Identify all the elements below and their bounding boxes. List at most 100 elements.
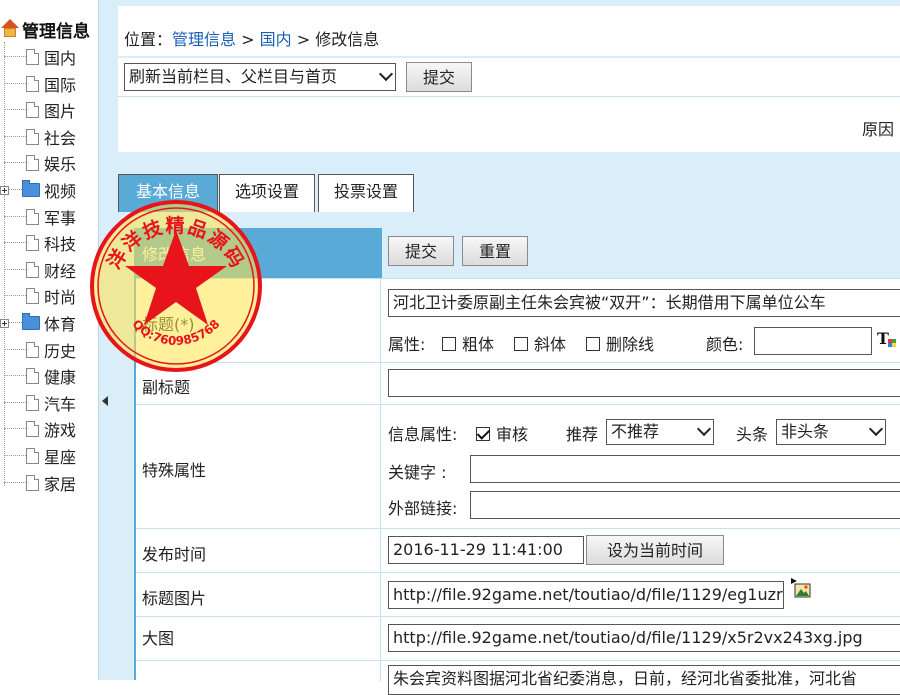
recommend-value: 不推荐 [611,422,660,441]
tree-item-11[interactable]: 历史 [0,337,76,363]
tree-item-10[interactable]: 体育 [0,310,76,336]
tree-connector [4,109,26,111]
strike-checkbox[interactable] [586,337,600,351]
tree-item-5[interactable]: 视频 [0,177,76,203]
tree-item-label: 国际 [44,76,77,95]
tree-item-12[interactable]: 健康 [0,363,76,389]
italic-checkbox[interactable] [514,337,528,351]
tree-connector [4,375,26,377]
expand-plus-icon[interactable] [0,185,9,195]
tree-root-label: 管理信息 [22,21,90,42]
tree-item-9[interactable]: 时尚 [0,283,76,309]
tree-root[interactable]: 管理信息 [0,16,90,42]
form-submit-button[interactable]: 提交 [388,236,454,266]
document-icon [26,342,39,358]
subtitle-label: 副标题 [142,378,191,397]
special-attr-row: 特殊属性 信息属性: 审核 推荐 不推荐 头条 非头条 关键字 : 外部链接: [136,404,900,529]
breadcrumb-current: 修改信息 [315,30,380,49]
chevron-down-icon [378,66,394,82]
tree-item-label: 家居 [44,475,77,494]
form-reset-button[interactable]: 重置 [462,236,528,266]
audit-option[interactable]: 审核 [476,421,528,445]
tree-connector [4,349,26,351]
tree-item-1[interactable]: 国际 [0,71,76,97]
tree-item-15[interactable]: 星座 [0,443,76,469]
document-icon [26,209,39,225]
tree-item-3[interactable]: 社会 [0,124,76,150]
publish-time-row: 发布时间 2016-11-29 11:41:00 设为当前时间 [136,528,900,573]
audit-checkbox[interactable] [476,427,490,441]
refresh-scope-select[interactable]: 刷新当前栏目、父栏目与首页 [124,63,396,91]
bold-checkbox[interactable] [442,337,456,351]
refresh-submit-button[interactable]: 提交 [406,62,472,92]
big-pic-input[interactable]: http://file.92game.net/toutiao/d/file/11… [388,624,900,652]
keyword-input[interactable] [470,455,900,483]
document-icon [26,368,39,384]
tree-connector [4,455,26,457]
strike-option[interactable]: 删除线 [586,331,654,355]
tree-item-label: 游戏 [44,421,77,440]
form-header-title: 修改信息 [142,245,207,264]
title-label: 标题(*) [142,315,195,334]
column-separator [380,363,381,405]
tree-item-4[interactable]: 娱乐 [0,150,76,176]
document-icon [26,448,39,464]
summary-row: 朱会宾资料图据河北省纪委消息，日前，经河北省委批准，河北省 [136,660,900,695]
italic-option[interactable]: 斜体 [514,331,566,355]
tree-connector [9,322,22,324]
form-header: 修改信息 提交 重置 [136,228,900,278]
subtitle-input[interactable] [388,369,900,397]
column-separator [380,617,381,661]
column-separator [380,405,381,529]
tree-item-8[interactable]: 财经 [0,257,76,283]
subtitle-row: 副标题 [136,362,900,405]
title-pic-input[interactable]: http://file.92game.net/toutiao/d/file/11… [388,581,784,609]
info-attr-label: 信息属性: [388,425,458,444]
title-input[interactable]: 河北卫计委原副主任朱会宾被“双开”：长期借用下属单位公车 [388,289,900,317]
headline-select[interactable]: 非头条 [776,419,886,445]
panel-splitter[interactable] [98,0,113,680]
audit-label: 审核 [496,425,529,444]
external-link-input[interactable] [470,491,900,519]
tree-item-13[interactable]: 汽车 [0,390,76,416]
collapse-arrow-icon[interactable] [102,396,108,406]
tree-item-label: 财经 [44,262,77,281]
tree-connector [4,242,26,244]
tree-item-2[interactable]: 图片 [0,97,76,123]
tree-item-label: 娱乐 [44,155,77,174]
bold-option[interactable]: 粗体 [442,331,494,355]
tab-basic-info[interactable]: 基本信息 [118,174,218,212]
breadcrumb: 位置：管理信息 > 国内 > 修改信息 [124,26,379,50]
tree-item-6[interactable]: 军事 [0,204,76,230]
tab-vote[interactable]: 投票设置 [318,174,414,212]
tree-item-label: 图片 [44,102,77,121]
tree-item-16[interactable]: 家居 [0,470,76,496]
tree-item-label: 时尚 [44,288,77,307]
breadcrumb-link-domestic[interactable]: 国内 [260,30,292,49]
tree-connector [4,428,26,430]
recommend-select[interactable]: 不推荐 [606,419,714,445]
refresh-panel: 刷新当前栏目、父栏目与首页 提交 原因 [118,58,900,152]
strike-label: 删除线 [606,335,655,354]
tree-item-label: 星座 [44,448,77,467]
divider [118,96,900,97]
chevron-down-icon [868,421,884,437]
folder-icon [22,313,40,330]
title-color-input[interactable] [754,327,872,355]
publish-time-input[interactable]: 2016-11-29 11:41:00 [388,536,584,564]
tree-item-7[interactable]: 科技 [0,230,76,256]
select-image-icon[interactable] [790,577,812,599]
headline-value: 非头条 [781,422,830,441]
document-icon [26,129,39,145]
font-color-icon[interactable]: T [876,329,898,351]
tree-item-0[interactable]: 国内 [0,44,76,70]
summary-textarea[interactable]: 朱会宾资料图据河北省纪委消息，日前，经河北省委批准，河北省 [388,665,900,695]
tree-item-label: 国内 [44,49,77,68]
set-current-time-button[interactable]: 设为当前时间 [586,535,724,565]
tree-item-label: 军事 [44,209,77,228]
breadcrumb-link-manage[interactable]: 管理信息 [172,30,236,49]
big-pic-label: 大图 [142,629,175,648]
tab-options[interactable]: 选项设置 [219,174,315,212]
tree-item-14[interactable]: 游戏 [0,416,76,442]
expand-plus-icon[interactable] [0,318,9,328]
